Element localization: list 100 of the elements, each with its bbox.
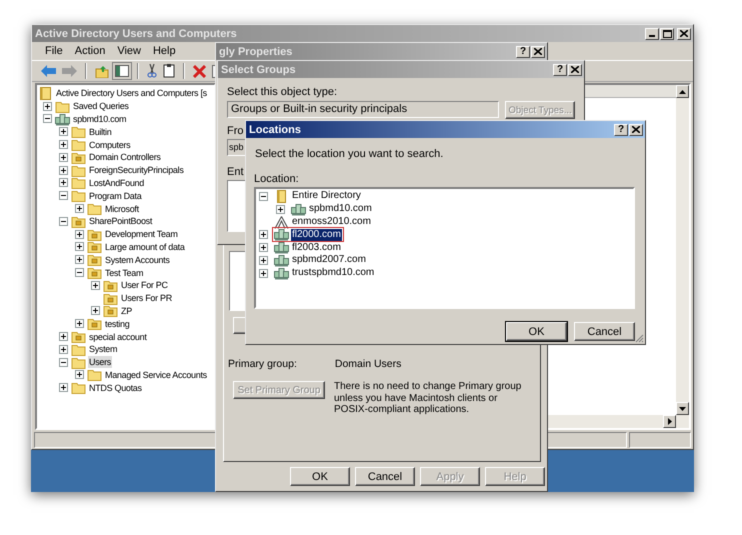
expand-toggle[interactable] (59, 332, 68, 342)
close-icon (632, 126, 640, 133)
expand-toggle[interactable] (43, 102, 52, 111)
expand-toggle[interactable] (259, 268, 268, 278)
expand-toggle[interactable] (75, 230, 84, 239)
dialog-button[interactable]: OK (506, 322, 567, 341)
expand-toggle[interactable] (59, 358, 68, 367)
field-label: Fro (227, 125, 244, 137)
tree-item[interactable]: Program Data (88, 190, 142, 202)
expand-toggle[interactable] (75, 319, 84, 328)
expand-toggle[interactable] (75, 242, 84, 252)
tree-item[interactable]: Computers (88, 138, 132, 151)
expand-toggle[interactable] (59, 166, 68, 175)
tree-item[interactable]: enmoss2010.com (291, 216, 372, 228)
tree-item[interactable]: Domain Controllers (88, 151, 162, 164)
expand-toggle[interactable] (59, 178, 68, 188)
dialog-button[interactable]: Cancel (355, 467, 415, 486)
clipboard-icon[interactable] (163, 64, 175, 78)
close-button[interactable] (677, 28, 691, 40)
tree-item[interactable]: Builtin (88, 126, 112, 138)
folder-icon (71, 150, 86, 164)
tree-item[interactable]: System (88, 343, 118, 356)
tree-item[interactable]: System Accounts (104, 254, 171, 266)
domain-icon (55, 112, 70, 126)
back-arrow-icon[interactable] (41, 65, 56, 77)
tree-item[interactable]: Users (88, 356, 112, 368)
resize-grip-icon[interactable] (634, 333, 644, 343)
menu-item[interactable]: View (111, 45, 147, 57)
expand-toggle[interactable] (43, 114, 52, 124)
expand-toggle[interactable] (276, 204, 285, 214)
scroll-up-button[interactable] (676, 85, 689, 98)
help-button[interactable]: ? (516, 46, 530, 58)
expand-toggle[interactable] (75, 268, 84, 278)
tree-item[interactable]: Saved Queries (72, 100, 130, 112)
tree-item[interactable]: Test Team (104, 266, 144, 279)
maximize-button[interactable] (660, 28, 674, 40)
tree-item[interactable]: trustspbmd10.com (291, 267, 376, 280)
tree-item[interactable]: Managed Service Accounts (104, 368, 208, 381)
help-button[interactable]: ? (614, 124, 628, 136)
tree-item[interactable]: fl2000.com (291, 228, 342, 241)
delete-icon[interactable] (193, 64, 206, 78)
tree-item[interactable]: User For PC (120, 279, 169, 292)
expand-toggle[interactable] (259, 256, 268, 265)
tree-pane-icon[interactable] (115, 65, 129, 77)
close-button[interactable] (531, 46, 545, 58)
tree-item[interactable]: special account (88, 330, 148, 343)
tree-item[interactable]: LostAndFound (88, 176, 145, 189)
tree-item[interactable]: Development Team (104, 228, 179, 240)
folder-icon (87, 240, 102, 254)
folder-icon (71, 125, 86, 138)
expand-toggle[interactable] (259, 243, 268, 252)
menu-item[interactable]: File (39, 45, 69, 57)
folder-icon (71, 176, 86, 190)
expand-toggle[interactable] (259, 230, 268, 240)
expand-toggle[interactable] (59, 383, 68, 392)
minimize-button[interactable] (645, 28, 659, 40)
dialog-button[interactable]: Cancel (574, 322, 635, 341)
menu-item[interactable]: Action (68, 45, 112, 57)
expand-toggle[interactable] (59, 127, 68, 136)
tree-item[interactable]: Microsoft (104, 202, 140, 215)
expand-toggle[interactable] (91, 306, 100, 316)
dialog-button[interactable]: OK (290, 467, 350, 486)
close-button[interactable] (629, 124, 643, 136)
close-button[interactable] (568, 64, 582, 76)
tree-item[interactable]: fl2003.com (291, 242, 342, 254)
expand-toggle[interactable] (259, 192, 268, 201)
folder-icon (87, 202, 102, 216)
folder-icon (71, 356, 86, 369)
scroll-down-button[interactable] (676, 402, 689, 415)
expand-toggle[interactable] (75, 204, 84, 214)
tree-item[interactable]: spbmd10.com (72, 112, 128, 125)
tree-item[interactable]: ForeignSecurityPrincipals (88, 164, 185, 176)
expand-toggle[interactable] (59, 140, 68, 150)
tree-item[interactable]: spbmd2007.com (291, 254, 367, 266)
tree-item[interactable]: Large amount of data (104, 240, 186, 253)
expand-toggle[interactable] (59, 216, 68, 226)
tree-item[interactable]: ZP (120, 304, 133, 317)
expand-toggle[interactable] (59, 344, 68, 354)
tree-item[interactable]: testing (104, 318, 130, 330)
scissors-icon[interactable] (147, 64, 157, 78)
scroll-right-button[interactable] (663, 415, 676, 428)
close-icon (680, 30, 688, 37)
tree-item[interactable]: SharePointBoost (88, 215, 154, 228)
menu-item[interactable]: Help (146, 45, 182, 57)
tree-item[interactable]: Entire Directory (291, 190, 362, 202)
help-button[interactable]: ? (553, 64, 567, 76)
expand-toggle[interactable] (75, 255, 84, 264)
folder-icon (87, 228, 102, 241)
tree-item[interactable]: Users For PR (120, 292, 173, 304)
folder-icon (87, 317, 102, 330)
expand-toggle[interactable] (75, 370, 84, 380)
expand-toggle[interactable] (59, 191, 68, 200)
folder-icon (87, 368, 102, 382)
expand-toggle[interactable] (59, 152, 68, 162)
object-type-field[interactable]: Groups or Built-in security principals (227, 101, 500, 118)
expand-toggle[interactable] (91, 280, 100, 290)
tree-item[interactable]: Active Directory Users and Computers [s (55, 87, 208, 100)
tree-item[interactable]: spbmd10.com (308, 203, 373, 216)
location-tree[interactable]: Entire Directory spbmd10.com enmoss2010.com fl2000.com fl2003.com spbmd2007.com trustspbmd10.com (254, 187, 635, 309)
tree-item[interactable]: NTDS Quotas (88, 382, 143, 394)
